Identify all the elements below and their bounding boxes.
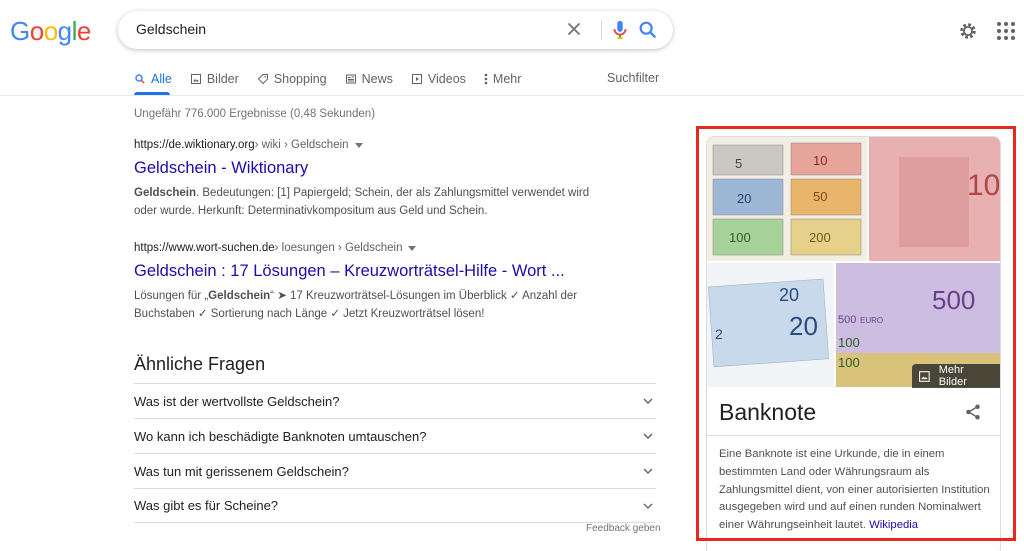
tab-label: Alle	[151, 72, 172, 86]
tab-shopping[interactable]: Shopping	[257, 70, 327, 88]
question-item[interactable]: Was gibt es für Scheine?	[134, 488, 656, 523]
tab-videos[interactable]: Videos	[411, 70, 466, 88]
highlight-frame	[696, 126, 1016, 541]
microphone-icon[interactable]	[611, 19, 629, 41]
result-path: › loesungen › Geldschein	[274, 242, 403, 254]
tab-label: Bilder	[206, 72, 239, 86]
result-url[interactable]: https://www.wort-suchen.de › loesungen ›…	[134, 242, 614, 254]
snippet-text: . Bedeutungen: [1] Papiergeld; Schein, d…	[134, 187, 590, 217]
gear-icon[interactable]	[957, 20, 979, 42]
chevron-down-icon	[643, 398, 653, 404]
chevron-down-icon	[643, 468, 653, 474]
result-snippet: Geldschein. Bedeutungen: [1] Papiergeld;…	[134, 184, 614, 220]
search-divider	[601, 20, 602, 40]
search-result: https://de.wiktionary.org › wiki › Gelds…	[134, 139, 614, 220]
header-divider	[0, 95, 1024, 96]
caret-down-icon[interactable]	[354, 142, 363, 148]
question-text: Was tun mit gerissenem Geldschein?	[134, 463, 349, 479]
related-questions-title: Ähnliche Fragen	[134, 354, 266, 374]
snippet-text: Lösungen für „	[134, 290, 209, 302]
question-text: Was ist der wertvollste Geldschein?	[134, 393, 340, 409]
tab-label: Mehr	[492, 72, 522, 86]
question-item[interactable]: Wo kann ich beschädigte Banknoten umtaus…	[134, 418, 656, 453]
caret-down-icon[interactable]	[408, 245, 417, 251]
apps-grid-icon[interactable]	[996, 21, 1016, 41]
more-icon	[484, 73, 488, 85]
tab-news[interactable]: News	[345, 70, 393, 88]
news-icon	[345, 74, 356, 84]
question-text: Wo kann ich beschädigte Banknoten umtaus…	[134, 428, 427, 444]
tab-bilder[interactable]: Bilder	[190, 70, 239, 88]
related-questions-list: Was ist der wertvollste Geldschein? Wo k…	[134, 383, 656, 523]
search-icon[interactable]	[637, 19, 659, 41]
search-input[interactable]: Geldschein	[136, 21, 206, 37]
logo-letter: g	[57, 16, 72, 46]
tab-label: Videos	[427, 72, 466, 86]
video-icon	[411, 74, 422, 84]
image-icon	[190, 74, 201, 84]
tab-label: News	[361, 72, 393, 86]
result-domain: https://www.wort-suchen.de	[134, 242, 275, 254]
snippet-highlight: Geldschein	[134, 187, 196, 199]
logo-letter: o	[43, 16, 58, 46]
question-item[interactable]: Was ist der wertvollste Geldschein?	[134, 383, 656, 418]
tab-mehr[interactable]: Mehr	[484, 70, 521, 88]
result-url[interactable]: https://de.wiktionary.org › wiki › Gelds…	[134, 139, 614, 151]
logo-letter: G	[10, 16, 30, 46]
tag-icon	[257, 74, 268, 85]
feedback-link[interactable]: Feedback geben	[586, 523, 661, 534]
logo-letter: o	[29, 16, 44, 46]
logo-letter: e	[76, 16, 91, 46]
google-logo[interactable]: Google	[10, 16, 91, 47]
tab-alle[interactable]: Alle	[134, 70, 172, 88]
question-text: Was gibt es für Scheine?	[134, 498, 279, 513]
tab-label: Shopping	[273, 72, 327, 86]
search-tabs: Alle Bilder Shopping News Videos Mehr	[134, 70, 539, 96]
chevron-down-icon	[643, 503, 653, 509]
question-item[interactable]: Was tun mit gerissenem Geldschein?	[134, 453, 656, 488]
search-filter-button[interactable]: Suchfilter	[607, 71, 659, 85]
result-snippet: Lösungen für „Geldschein“ ➤ 17 Kreuzwort…	[134, 287, 614, 323]
search-box[interactable]: Geldschein	[118, 11, 673, 49]
result-path: › wiki › Geldschein	[254, 139, 349, 151]
snippet-highlight: Geldschein	[208, 290, 271, 302]
result-title-link[interactable]: Geldschein - Wiktionary	[134, 158, 614, 178]
search-result: https://www.wort-suchen.de › loesungen ›…	[134, 242, 614, 323]
close-icon[interactable]	[563, 18, 585, 40]
search-icon	[135, 74, 145, 84]
chevron-down-icon	[643, 433, 653, 439]
result-domain: https://de.wiktionary.org	[134, 139, 255, 151]
result-title-link[interactable]: Geldschein : 17 Lösungen – Kreuzworträts…	[134, 261, 614, 281]
result-stats: Ungefähr 776.000 Ergebnisse (0,48 Sekund…	[134, 108, 376, 120]
